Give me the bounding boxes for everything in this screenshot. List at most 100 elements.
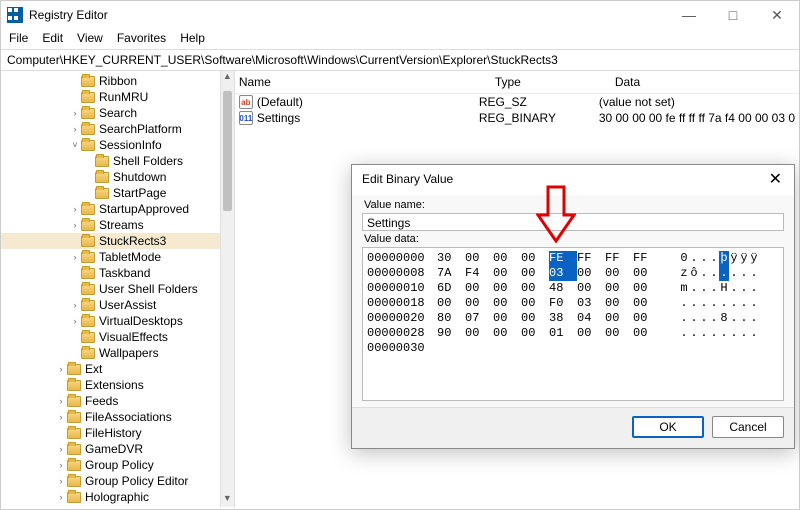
tree-item[interactable]: StartPage: [1, 185, 234, 201]
tree-item[interactable]: Shutdown: [1, 169, 234, 185]
hex-byte[interactable]: FF: [633, 251, 661, 266]
tree-item[interactable]: Shell Folders: [1, 153, 234, 169]
hex-byte[interactable]: 07: [465, 311, 493, 326]
hex-ascii-char[interactable]: z: [679, 266, 689, 281]
hex-byte[interactable]: 6D: [437, 281, 465, 296]
hex-byte[interactable]: 00: [493, 296, 521, 311]
hex-byte[interactable]: 00: [605, 311, 633, 326]
hex-ascii-char[interactable]: [729, 341, 739, 356]
hex-ascii-char[interactable]: .: [709, 281, 719, 296]
chevron-icon[interactable]: ›: [69, 297, 81, 313]
hex-ascii-char[interactable]: .: [709, 311, 719, 326]
menu-favorites[interactable]: Favorites: [117, 31, 166, 45]
hex-byte[interactable]: 00: [493, 251, 521, 266]
hex-ascii-char[interactable]: .: [749, 281, 759, 296]
hex-ascii-char[interactable]: .: [689, 326, 699, 341]
value-name-field[interactable]: Settings: [362, 213, 784, 231]
hex-ascii-char[interactable]: .: [699, 251, 709, 266]
hex-ascii-char[interactable]: H: [719, 281, 729, 296]
tree-item[interactable]: Ribbon: [1, 73, 234, 89]
hex-ascii-char[interactable]: .: [719, 296, 729, 311]
tree-panel[interactable]: RibbonRunMRU›Search›SearchPlatform˅Sessi…: [1, 71, 235, 507]
minimize-button[interactable]: —: [667, 1, 711, 29]
hex-byte[interactable]: 00: [493, 266, 521, 281]
hex-ascii-char[interactable]: [679, 341, 689, 356]
hex-byte[interactable]: 80: [437, 311, 465, 326]
hex-byte[interactable]: 00: [633, 266, 661, 281]
hex-byte[interactable]: 00: [577, 326, 605, 341]
hex-ascii-char[interactable]: .: [699, 266, 709, 281]
list-row[interactable]: 011SettingsREG_BINARY30 00 00 00 fe ff f…: [235, 110, 799, 126]
hex-ascii-char[interactable]: þ: [719, 251, 729, 266]
hex-ascii-char[interactable]: .: [719, 326, 729, 341]
hex-ascii-char[interactable]: .: [739, 266, 749, 281]
hex-ascii-char[interactable]: .: [749, 266, 759, 281]
hex-byte[interactable]: 00: [493, 326, 521, 341]
tree-item[interactable]: ›StartupApproved: [1, 201, 234, 217]
tree-item[interactable]: ›GameDVR: [1, 441, 234, 457]
hex-byte[interactable]: 90: [437, 326, 465, 341]
hex-ascii-char[interactable]: ÿ: [749, 251, 759, 266]
menu-edit[interactable]: Edit: [42, 31, 63, 45]
hex-byte[interactable]: 00: [633, 281, 661, 296]
menu-view[interactable]: View: [77, 31, 103, 45]
hex-byte[interactable]: 38: [549, 311, 577, 326]
hex-byte[interactable]: FE: [549, 251, 577, 266]
hex-ascii-char[interactable]: .: [699, 311, 709, 326]
tree-item[interactable]: RunMRU: [1, 89, 234, 105]
hex-byte[interactable]: 00: [605, 296, 633, 311]
hex-ascii-char[interactable]: .: [739, 281, 749, 296]
hex-byte[interactable]: 00: [437, 296, 465, 311]
hex-ascii-char[interactable]: m: [679, 281, 689, 296]
hex-byte[interactable]: 00: [605, 281, 633, 296]
hex-ascii-char[interactable]: .: [749, 311, 759, 326]
hex-ascii-char[interactable]: .: [689, 311, 699, 326]
hex-byte[interactable]: 00: [521, 266, 549, 281]
hex-byte[interactable]: [605, 341, 633, 356]
hex-ascii-char[interactable]: .: [739, 296, 749, 311]
tree-item[interactable]: FileHistory: [1, 425, 234, 441]
hex-byte[interactable]: 00: [465, 296, 493, 311]
chevron-icon[interactable]: ›: [55, 473, 67, 489]
tree-item[interactable]: ›Feeds: [1, 393, 234, 409]
maximize-button[interactable]: □: [711, 1, 755, 29]
chevron-icon[interactable]: ›: [69, 201, 81, 217]
hex-byte[interactable]: 00: [521, 281, 549, 296]
hex-byte[interactable]: 03: [577, 296, 605, 311]
col-data[interactable]: Data: [615, 75, 793, 89]
hex-byte[interactable]: 00: [521, 296, 549, 311]
hex-ascii-char[interactable]: .: [739, 311, 749, 326]
hex-byte[interactable]: [437, 341, 465, 356]
tree-item[interactable]: User Shell Folders: [1, 281, 234, 297]
hex-ascii-char[interactable]: .: [709, 296, 719, 311]
list-row[interactable]: ab(Default)REG_SZ(value not set): [235, 94, 799, 110]
hex-ascii-char[interactable]: .: [679, 326, 689, 341]
hex-byte[interactable]: F0: [549, 296, 577, 311]
hex-editor[interactable]: 0000000030000000FEFFFFFF0...þÿÿÿ00000008…: [362, 247, 784, 401]
hex-byte[interactable]: [465, 341, 493, 356]
hex-byte[interactable]: 03: [549, 266, 577, 281]
tree-item[interactable]: Wallpapers: [1, 345, 234, 361]
hex-byte[interactable]: [549, 341, 577, 356]
hex-ascii-char[interactable]: .: [729, 326, 739, 341]
hex-byte[interactable]: 00: [633, 326, 661, 341]
hex-ascii-char[interactable]: .: [729, 296, 739, 311]
dialog-close-button[interactable]: ✕: [765, 169, 786, 189]
hex-ascii-char[interactable]: .: [709, 326, 719, 341]
chevron-icon[interactable]: ›: [55, 393, 67, 409]
tree-item[interactable]: ›Streams: [1, 217, 234, 233]
hex-byte[interactable]: 00: [493, 311, 521, 326]
hex-ascii-char[interactable]: .: [749, 326, 759, 341]
tree-item[interactable]: ›Group Policy: [1, 457, 234, 473]
hex-byte[interactable]: [633, 341, 661, 356]
hex-ascii-char[interactable]: ô: [689, 266, 699, 281]
tree-item[interactable]: Extensions: [1, 377, 234, 393]
chevron-icon[interactable]: ›: [69, 121, 81, 137]
hex-ascii-char[interactable]: .: [729, 281, 739, 296]
hex-ascii-char[interactable]: .: [689, 281, 699, 296]
scroll-down-icon[interactable]: ▼: [221, 493, 234, 507]
tree-item[interactable]: ›Group Policy Editor: [1, 473, 234, 489]
hex-ascii-char[interactable]: .: [709, 251, 719, 266]
hex-ascii-char[interactable]: [739, 341, 749, 356]
col-type[interactable]: Type: [495, 75, 615, 89]
